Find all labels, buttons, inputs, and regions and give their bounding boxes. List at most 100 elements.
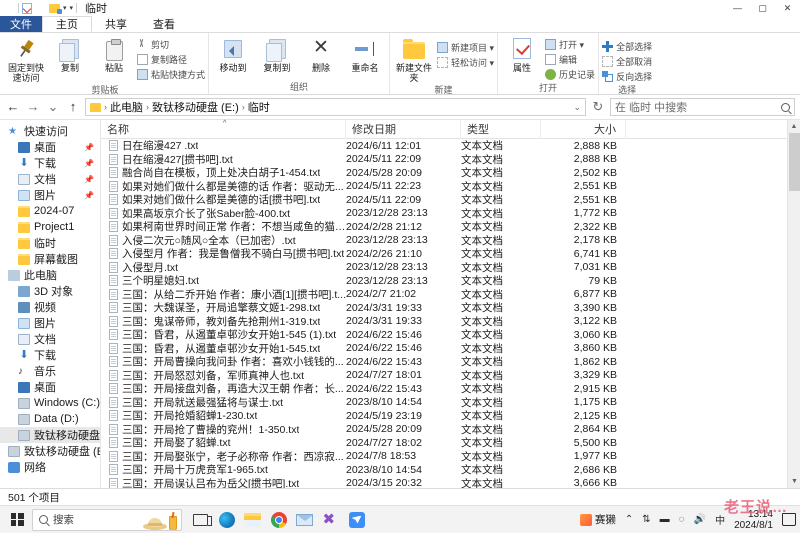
onedrive-icon[interactable]: ⇅	[642, 514, 650, 525]
sidebar-item-19[interactable]: 致钛移动硬盘 (E:)	[0, 427, 100, 443]
sidebar-item-1[interactable]: 桌面 📌	[0, 139, 100, 155]
table-row[interactable]: 三国：开局怒怼刘备，军师真神人也.txt 2024/7/27 18:01 文本文档 3…	[101, 369, 787, 383]
pin-to-quick-access-button[interactable]: 固定到快速访问	[5, 35, 47, 83]
show-hidden-icons-chevron-icon[interactable]: ⌃	[625, 514, 633, 525]
tray-app-item[interactable]: 赛獭	[579, 512, 616, 527]
delete-button[interactable]: ✕ 删除	[300, 35, 342, 73]
file-explorer-icon[interactable]	[244, 511, 261, 528]
scrollbar-thumb[interactable]	[789, 133, 800, 191]
sidebar-item-16[interactable]: 桌面	[0, 379, 100, 395]
sidebar-item-4[interactable]: 图片 📌	[0, 187, 100, 203]
table-row[interactable]: 三国：开局就送最强猛将与谋士.txt 2023/8/10 14:54 文本文档 1,1…	[101, 396, 787, 410]
table-row[interactable]: 三国：开局接盘刘备，再造大汉王朝 作者：长... 2024/6/22 15:43 文…	[101, 382, 787, 396]
table-row[interactable]: 三个明星媳妇.txt 2023/12/28 23:13 文本文档 79 KB	[101, 274, 787, 288]
move-to-button[interactable]: 移动到	[212, 35, 254, 73]
battery-icon[interactable]: ▬	[660, 514, 670, 525]
table-row[interactable]: 三国：从给二乔开始 作者：康小酒[1][掼书吧].t... 2024/2/7 21…	[101, 288, 787, 302]
cut-button[interactable]: 剪切	[137, 38, 205, 51]
select-none-button[interactable]: 全部取消	[602, 55, 652, 68]
sidebar-item-14[interactable]: ⬇ 下载	[0, 347, 100, 363]
scroll-up-button[interactable]: ▲	[788, 120, 800, 133]
table-row[interactable]: 入侵二次元○随风○全本（已加密）.txt 2023/12/28 23:13 文本文档…	[101, 234, 787, 248]
table-row[interactable]: 三国：开局娶张宁，老子必称帝 作者：西凉寂... 2024/7/8 18:53 文本…	[101, 450, 787, 464]
sidebar-item-12[interactable]: 图片	[0, 315, 100, 331]
column-header-date[interactable]: 修改日期	[346, 119, 461, 139]
volume-icon[interactable]: 🔊	[694, 514, 706, 525]
refresh-button[interactable]: ↻	[590, 99, 606, 115]
rename-button[interactable]: 重命名	[344, 35, 386, 73]
table-row[interactable]: 三国：开局误认吕布为岳父[掼书吧].txt 2024/3/15 20:32 文本文档…	[101, 477, 787, 488]
ime-indicator[interactable]: 中	[715, 512, 725, 527]
scroll-down-button[interactable]: ▼	[788, 475, 800, 488]
sidebar-item-0[interactable]: ★ 快速访问	[0, 123, 100, 139]
tab-file[interactable]: 文件	[0, 16, 42, 32]
edge-icon[interactable]	[218, 511, 235, 528]
tab-share[interactable]: 共享	[92, 16, 140, 32]
column-header-size[interactable]: 大小	[541, 119, 626, 139]
maximize-button[interactable]: ▢	[750, 0, 775, 16]
notification-center-icon[interactable]	[782, 513, 796, 526]
invert-selection-button[interactable]: 反向选择	[602, 70, 652, 83]
properties-icon[interactable]	[22, 2, 32, 14]
copy-to-button[interactable]: 复制到	[256, 35, 298, 73]
file-list[interactable]: 日在缩漫427 .txt 2024/6/11 12:01 文本文档 2,888 KB 日…	[101, 139, 787, 488]
sidebar-item-9[interactable]: 此电脑	[0, 267, 100, 283]
breadcrumb-item-current[interactable]: 临时	[248, 99, 270, 115]
customize-icon[interactable]: ▾	[70, 3, 74, 14]
table-row[interactable]: 如果柯南世界时间正常 作者：不想当咸鱼的猫[... 2024/2/28 21:12…	[101, 220, 787, 234]
table-row[interactable]: 三国：开局抢了曹操的兖州！1-350.txt 2024/5/28 20:09 文本文…	[101, 423, 787, 437]
up-button[interactable]: ↑	[65, 99, 81, 115]
open-button[interactable]: 打开 ▾	[545, 38, 595, 51]
breadcrumb-item-drive[interactable]: 致钛移动硬盘 (E:)	[152, 99, 239, 115]
task-view-icon[interactable]	[192, 511, 212, 528]
paste-button[interactable]: 粘贴	[93, 35, 135, 73]
wifi-icon[interactable]: ◌	[679, 514, 685, 525]
sidebar-item-5[interactable]: 2024-07	[0, 203, 100, 219]
table-row[interactable]: 日在缩漫427 .txt 2024/6/11 12:01 文本文档 2,888 KB	[101, 139, 787, 153]
navigation-pane[interactable]: ★ 快速访问 桌面 📌 ⬇ 下载 📌 文档 📌 图片 📌 2024-07 Project1 临时 屏幕截图此…	[0, 120, 100, 488]
breadcrumb[interactable]: › 此电脑 › 致钛移动硬盘 (E:) › 临时 ⌄	[85, 98, 586, 116]
search-input[interactable]: 在 临时 中搜索	[610, 98, 795, 116]
sidebar-item-17[interactable]: Windows (C:)	[0, 395, 100, 411]
sidebar-item-21[interactable]: 网络	[0, 459, 100, 475]
column-header-type[interactable]: 类型	[461, 119, 541, 139]
breadcrumb-item-this-pc[interactable]: 此电脑	[110, 99, 143, 115]
new-folder-button[interactable]: 新建文件夹	[393, 35, 435, 83]
column-header-name[interactable]: 名称 ^	[101, 119, 346, 139]
telegram-icon[interactable]	[348, 511, 365, 528]
edit-button[interactable]: 编辑	[545, 53, 595, 66]
sidebar-item-6[interactable]: Project1	[0, 219, 100, 235]
recent-locations-button[interactable]: ⌄	[45, 99, 61, 115]
table-row[interactable]: 日在缩漫427[掼书吧].txt 2024/5/11 22:09 文本文档 2,888…	[101, 153, 787, 167]
paste-shortcut-button[interactable]: 粘贴快捷方式	[137, 68, 205, 81]
table-row[interactable]: 如果高坂京介长了张Saber脸-400.txt 2023/12/28 23:13 文…	[101, 207, 787, 221]
sidebar-item-8[interactable]: 屏幕截图	[0, 251, 100, 267]
copy-button[interactable]: 复制	[49, 35, 91, 73]
back-button[interactable]: ←	[5, 99, 21, 115]
select-all-button[interactable]: 全部选择	[602, 40, 652, 53]
start-button[interactable]	[4, 508, 30, 532]
easy-access-button[interactable]: 轻松访问 ▾	[437, 56, 494, 69]
sidebar-item-13[interactable]: 文档	[0, 331, 100, 347]
table-row[interactable]: 三国：大魏谋圣，开局追擎蔡文姬1-298.txt 2024/3/31 19:33 文…	[101, 301, 787, 315]
table-row[interactable]: 入侵型月 作者：我是鲁僧我不骑白马[掼书吧].txt 2024/2/26 21:1…	[101, 247, 787, 261]
table-row[interactable]: 三国：昏君，从遏董卓邨沙女开始1-545.txt 2024/6/22 15:46 文…	[101, 342, 787, 356]
table-row[interactable]: 三国：开局十万虎贲军1-965.txt 2023/8/10 14:54 文本文档 2,…	[101, 463, 787, 477]
table-row[interactable]: 入侵型月.txt 2023/12/28 23:13 文本文档 7,031 KB	[101, 261, 787, 275]
table-row[interactable]: 三国：鬼谋帝师，教刘备先抢荆州1-319.txt 2024/3/31 19:33 文…	[101, 315, 787, 329]
tab-view[interactable]: 查看	[140, 16, 188, 32]
sidebar-item-20[interactable]: 致钛移动硬盘 (E:)	[0, 443, 100, 459]
table-row[interactable]: 三国：开局抢婚貂蝉1-230.txt 2024/5/19 23:19 文本文档 2,1…	[101, 409, 787, 423]
mail-icon[interactable]	[296, 511, 313, 528]
folder-icon[interactable]	[35, 3, 46, 14]
clock[interactable]: 13:14 2024/8/1	[734, 509, 773, 531]
visual-studio-icon[interactable]: ✖	[322, 511, 339, 528]
sidebar-item-2[interactable]: ⬇ 下载 📌	[0, 155, 100, 171]
history-button[interactable]: 历史记录	[545, 68, 595, 81]
table-row[interactable]: 如果对她们做什么都是美德的话 作者：驱动无... 2024/5/11 22:23 文…	[101, 180, 787, 194]
properties-button[interactable]: 属性	[501, 35, 543, 73]
sidebar-item-10[interactable]: 3D 对象	[0, 283, 100, 299]
copy-path-button[interactable]: 复制路径	[137, 53, 205, 66]
tab-home[interactable]: 主页	[42, 16, 92, 32]
forward-button[interactable]: →	[25, 99, 41, 115]
